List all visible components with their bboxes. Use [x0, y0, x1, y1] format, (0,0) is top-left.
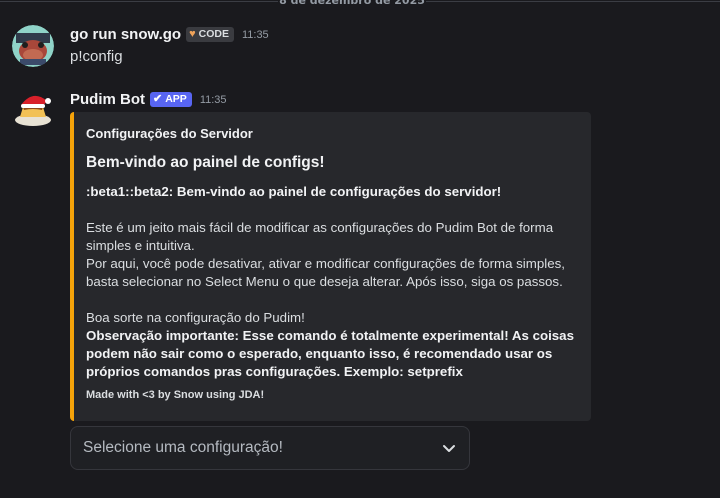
clan-tag-label: CODE	[198, 28, 229, 40]
embed-description: :beta1::beta2: Bem-vindo ao painel de co…	[86, 183, 577, 381]
timestamp[interactable]: 11:35	[200, 94, 227, 106]
message-header: go run snow.go ♥ CODE 11:35	[70, 26, 269, 43]
app-badge-label: APP	[165, 93, 187, 105]
bot-avatar[interactable]	[12, 87, 54, 129]
embed-note: Observação importante: Esse comando é to…	[86, 328, 574, 379]
timestamp[interactable]: 11:35	[242, 29, 269, 41]
embed-author: Configurações do Servidor	[86, 126, 253, 141]
username[interactable]: go run snow.go	[70, 26, 181, 43]
heart-icon: ♥	[189, 28, 196, 40]
embed-paragraph-3: Boa sorte na configuração do Pudim!	[86, 310, 305, 325]
embed-intro: :beta1::beta2: Bem-vindo ao painel de co…	[86, 184, 502, 199]
message-content: p!config	[70, 48, 123, 65]
clan-tag[interactable]: ♥ CODE	[186, 27, 234, 42]
embed-title: Bem-vindo ao painel de configs!	[86, 154, 325, 171]
app-badge: ✔ APP	[150, 92, 192, 107]
embed-paragraph-1: Este é um jeito mais fácil de modificar …	[86, 220, 554, 253]
select-placeholder: Selecione uma configuração!	[83, 439, 283, 456]
chevron-down-icon	[443, 445, 455, 452]
select-menu[interactable]: Selecione uma configuração!	[70, 426, 470, 470]
user-avatar[interactable]	[12, 25, 54, 67]
message-user: go run snow.go ♥ CODE 11:35 p!config	[0, 0, 720, 80]
message-header: Pudim Bot ✔ APP 11:35	[70, 91, 227, 108]
embed: Configurações do Servidor Bem-vindo ao p…	[70, 112, 591, 421]
embed-paragraph-2: Por aqui, você pode desativar, ativar e …	[86, 256, 565, 289]
embed-footer: Made with <3 by Snow using JDA!	[86, 389, 265, 401]
bot-username[interactable]: Pudim Bot	[70, 91, 145, 108]
check-icon: ✔	[153, 93, 163, 105]
